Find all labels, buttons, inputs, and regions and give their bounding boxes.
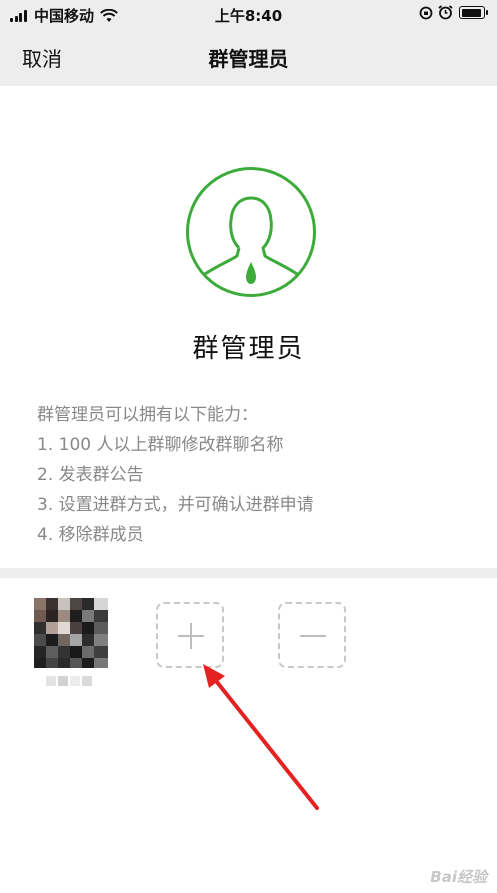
annotation-arrow-icon xyxy=(203,664,319,810)
admin-person-icon xyxy=(186,167,316,297)
page-title: 群管理员 xyxy=(208,47,289,71)
alarm-clock-icon xyxy=(438,5,453,20)
add-admin-button[interactable] xyxy=(156,602,224,668)
orientation-lock-icon xyxy=(419,6,433,19)
remove-admin-button[interactable] xyxy=(278,602,346,668)
admin-members-section xyxy=(0,578,497,893)
description-heading: 群管理员可以拥有以下能力： xyxy=(37,405,258,425)
minus-icon xyxy=(300,635,326,637)
status-bar: 中国移动 上午8:40 xyxy=(0,0,497,28)
role-description: 群管理员可以拥有以下能力： 1. 100 人以上群聊修改群聊名称 2. 发表群公… xyxy=(37,400,314,550)
description-item: 2. 发表群公告 xyxy=(37,465,144,485)
role-info-section: 群管理员 群管理员可以拥有以下能力： 1. 100 人以上群聊修改群聊名称 2.… xyxy=(0,86,497,568)
watermark: Bai经验 xyxy=(430,868,487,886)
status-right xyxy=(414,5,488,20)
description-item: 3. 设置进群方式，并可确认进群申请 xyxy=(37,495,314,515)
navigation-bar: 取消 群管理员 xyxy=(0,28,497,86)
description-item: 4. 移除群成员 xyxy=(37,525,144,545)
plus-icon xyxy=(178,623,204,649)
section-divider xyxy=(0,568,497,578)
avatar[interactable] xyxy=(34,598,108,668)
battery-icon xyxy=(459,6,488,19)
description-item: 1. 100 人以上群聊修改群聊名称 xyxy=(37,435,284,455)
member-name-blurred xyxy=(40,674,102,688)
role-title: 群管理员 xyxy=(192,334,305,364)
